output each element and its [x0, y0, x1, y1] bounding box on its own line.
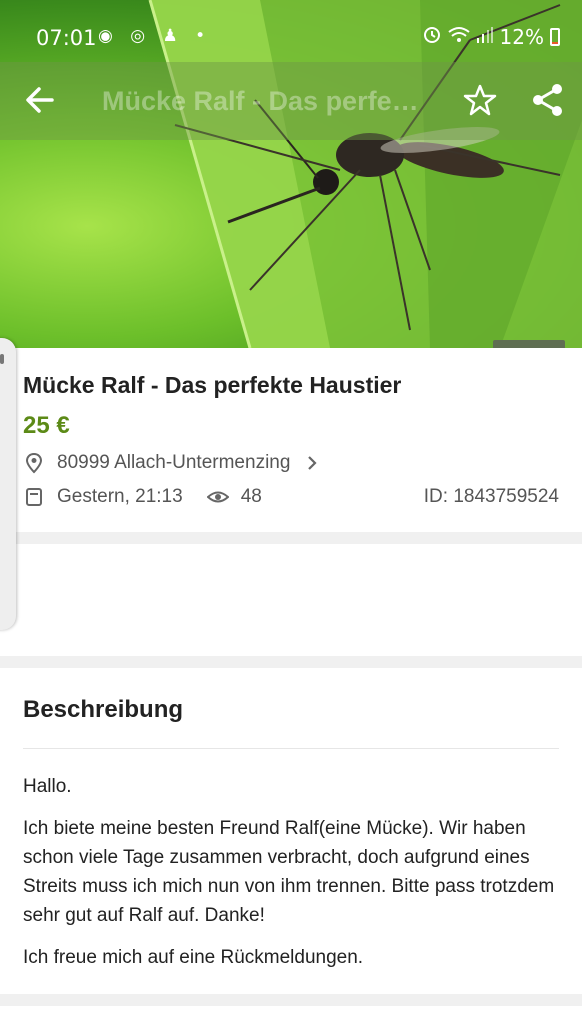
status-bar: 07:01 ◉ ◎ ♟ • 12% [0, 0, 582, 64]
signal-icon [476, 25, 494, 49]
chevron-right-icon [304, 454, 320, 472]
location-text: 80999 Allach-Untermenzing [57, 452, 291, 473]
description-paragraph: Ich freue mich auf eine Rückmeldungen. [23, 947, 364, 968]
toolbar-title: Mücke Ralf - Das perfekt... [102, 86, 432, 116]
back-arrow-icon[interactable] [20, 80, 60, 120]
listing-meta: Gestern, 21:13 48 ID: 1843759524 [23, 486, 559, 508]
image-counter-tab[interactable] [493, 340, 565, 348]
top-app-bar: Mücke Ralf - Das perfekt... [0, 62, 582, 140]
location-pin-icon [23, 452, 45, 474]
description-paragraph: Hallo. [23, 776, 72, 797]
listing-date: Gestern, 21:13 [57, 486, 183, 507]
section-divider [0, 656, 582, 668]
eye-icon [206, 486, 230, 508]
battery-icon [550, 27, 560, 46]
side-panel-handle[interactable] [0, 338, 16, 630]
description-divider [23, 748, 559, 749]
listing-id: ID: 1843759524 [423, 486, 559, 507]
description-paragraph: Ich biete meine besten Freund Ralf(eine … [23, 818, 555, 926]
view-count: 48 [206, 486, 262, 508]
status-time: 07:01 [36, 26, 97, 50]
location-link[interactable]: 80999 Allach-Untermenzing [23, 452, 320, 474]
listing-price: 25 € [23, 412, 70, 439]
description-heading: Beschreibung [23, 696, 184, 723]
notification-icons: ◉ ◎ ♟ • [98, 26, 212, 46]
section-divider [0, 532, 582, 544]
alarm-icon [422, 24, 442, 49]
listing-title: Mücke Ralf - Das perfekte Haustier [23, 372, 402, 398]
battery-percent: 12% [499, 24, 544, 49]
listing-header: Mücke Ralf - Das perfekte Haustier 25 € … [0, 348, 582, 532]
star-icon[interactable] [460, 80, 500, 120]
calendar-icon [23, 486, 45, 508]
section-divider [0, 994, 582, 1006]
share-icon[interactable] [528, 80, 568, 120]
handle-grip-icon [0, 354, 4, 364]
view-count-value: 48 [240, 486, 262, 507]
wifi-icon [447, 25, 470, 49]
